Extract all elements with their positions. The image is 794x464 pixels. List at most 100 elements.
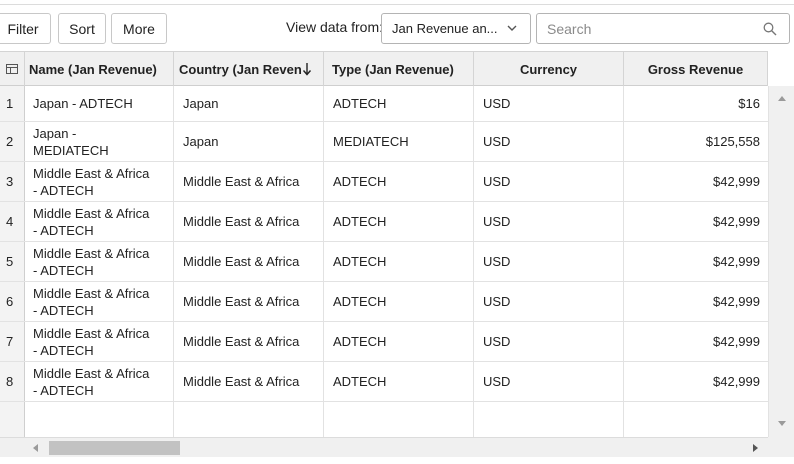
cell-type[interactable]: ADTECH xyxy=(324,282,474,321)
cell-name-text: MEDIATECH xyxy=(33,142,109,158)
horizontal-scroll-thumb[interactable] xyxy=(49,441,180,455)
empty-cell xyxy=(324,402,474,438)
column-header-name[interactable]: Name (Jan Revenue) xyxy=(25,52,174,86)
cell-country[interactable]: Middle East & Africa xyxy=(174,202,324,241)
cell-name-text: Japan - ADTECH xyxy=(33,96,133,111)
search-input[interactable] xyxy=(547,20,747,37)
cell-gross-revenue[interactable]: $42,999 xyxy=(624,202,768,241)
cell-name-text: - ADTECH xyxy=(33,182,94,198)
row-header-corner[interactable] xyxy=(0,52,25,86)
cell-currency[interactable]: USD xyxy=(474,162,624,201)
cell-name[interactable]: Middle East & Africa - ADTECH xyxy=(25,282,174,321)
cell-type[interactable]: ADTECH xyxy=(324,86,474,121)
cell-type[interactable]: ADTECH xyxy=(324,242,474,281)
cell-currency[interactable]: USD xyxy=(474,86,624,121)
table-row[interactable]: 4 Middle East & Africa - ADTECH Middle E… xyxy=(0,202,768,242)
cell-gross-revenue[interactable]: $42,999 xyxy=(624,162,768,201)
horizontal-scrollbar[interactable] xyxy=(0,437,768,457)
row-number: 3 xyxy=(0,162,25,201)
cell-name-text: Middle East & Africa xyxy=(33,365,150,381)
column-header-type[interactable]: Type (Jan Revenue) xyxy=(324,52,474,86)
scroll-right-icon[interactable] xyxy=(750,443,760,453)
cell-gross-revenue[interactable]: $16 xyxy=(624,86,768,121)
row-number: 2 xyxy=(0,122,25,161)
cell-currency[interactable]: USD xyxy=(474,242,624,281)
toolbar: Filter Sort More View data from: Jan Rev… xyxy=(0,5,794,51)
cell-country[interactable]: Middle East & Africa xyxy=(174,162,324,201)
cell-currency[interactable]: USD xyxy=(474,122,624,161)
scroll-left-icon[interactable] xyxy=(31,443,41,453)
scroll-down-icon[interactable] xyxy=(777,418,787,428)
table-row[interactable]: 6 Middle East & Africa - ADTECH Middle E… xyxy=(0,282,768,322)
cell-name-text: Japan - xyxy=(33,125,77,141)
cell-gross-revenue[interactable]: $125,558 xyxy=(624,122,768,161)
cell-name-text: Middle East & Africa xyxy=(33,325,150,341)
empty-cell xyxy=(624,402,768,438)
table-row[interactable]: 7 Middle East & Africa - ADTECH Middle E… xyxy=(0,322,768,362)
cell-name[interactable]: Middle East & Africa - ADTECH xyxy=(25,162,174,201)
cell-country[interactable]: Middle East & Africa xyxy=(174,362,324,401)
table-row[interactable]: 8 Middle East & Africa - ADTECH Middle E… xyxy=(0,362,768,402)
cell-name-text: - ADTECH xyxy=(33,222,94,238)
column-header-gross-revenue[interactable]: Gross Revenue xyxy=(624,52,768,86)
table-row[interactable]: 5 Middle East & Africa - ADTECH Middle E… xyxy=(0,242,768,282)
cell-name-text: - ADTECH xyxy=(33,382,94,398)
scroll-up-icon[interactable] xyxy=(777,94,787,104)
cell-name[interactable]: Japan - MEDIATECH xyxy=(25,122,174,161)
column-header-country[interactable]: Country (Jan Reven xyxy=(174,52,324,86)
search-icon[interactable] xyxy=(763,22,777,36)
view-data-select-value: Jan Revenue an... xyxy=(392,21,498,36)
cell-name[interactable]: Middle East & Africa - ADTECH xyxy=(25,202,174,241)
table-row[interactable]: 2 Japan - MEDIATECH Japan MEDIATECH USD … xyxy=(0,122,768,162)
filter-button[interactable]: Filter xyxy=(0,13,51,44)
row-number: 6 xyxy=(0,282,25,321)
row-number xyxy=(0,402,25,438)
row-number: 7 xyxy=(0,322,25,361)
view-data-label: View data from: xyxy=(286,19,384,35)
cell-country[interactable]: Middle East & Africa xyxy=(174,282,324,321)
column-header-label: Currency xyxy=(519,61,578,77)
column-header-label: Gross Revenue xyxy=(647,61,744,77)
cell-type[interactable]: ADTECH xyxy=(324,362,474,401)
cell-type[interactable]: ADTECH xyxy=(324,322,474,361)
view-data-select[interactable]: Jan Revenue an... xyxy=(381,13,531,44)
cell-gross-revenue[interactable]: $42,999 xyxy=(624,242,768,281)
search-box[interactable] xyxy=(536,13,790,44)
table-row[interactable]: 1 Japan - ADTECH Japan ADTECH USD $16 xyxy=(0,86,768,122)
cell-name[interactable]: Middle East & Africa - ADTECH xyxy=(25,362,174,401)
cell-country[interactable]: Japan xyxy=(174,86,324,121)
cell-name-text: - ADTECH xyxy=(33,262,94,278)
chevron-down-icon xyxy=(507,25,517,31)
column-header-currency[interactable]: Currency xyxy=(474,52,624,86)
empty-cell xyxy=(474,402,624,438)
more-button[interactable]: More xyxy=(111,13,167,44)
vertical-scrollbar[interactable] xyxy=(768,86,794,437)
empty-row xyxy=(0,402,768,438)
cell-name-text: - ADTECH xyxy=(33,302,94,318)
sort-down-arrow-icon xyxy=(302,63,312,76)
cell-currency[interactable]: USD xyxy=(474,362,624,401)
cell-country[interactable]: Middle East & Africa xyxy=(174,322,324,361)
scrollbar-corner xyxy=(768,437,794,457)
cell-name[interactable]: Middle East & Africa - ADTECH xyxy=(25,242,174,281)
row-number: 5 xyxy=(0,242,25,281)
cell-type[interactable]: MEDIATECH xyxy=(324,122,474,161)
column-header-label: Type (Jan Revenue) xyxy=(332,61,454,77)
cell-type[interactable]: ADTECH xyxy=(324,202,474,241)
row-number: 1 xyxy=(0,86,25,121)
data-grid: Name (Jan Revenue) Country (Jan Reven Ty… xyxy=(0,51,794,464)
row-number: 4 xyxy=(0,202,25,241)
cell-country[interactable]: Japan xyxy=(174,122,324,161)
sort-button[interactable]: Sort xyxy=(58,13,106,44)
cell-name[interactable]: Japan - ADTECH xyxy=(25,86,174,121)
cell-gross-revenue[interactable]: $42,999 xyxy=(624,282,768,321)
cell-currency[interactable]: USD xyxy=(474,202,624,241)
cell-currency[interactable]: USD xyxy=(474,322,624,361)
cell-type[interactable]: ADTECH xyxy=(324,162,474,201)
cell-gross-revenue[interactable]: $42,999 xyxy=(624,322,768,361)
table-row[interactable]: 3 Middle East & Africa - ADTECH Middle E… xyxy=(0,162,768,202)
cell-gross-revenue[interactable]: $42,999 xyxy=(624,362,768,401)
cell-name[interactable]: Middle East & Africa - ADTECH xyxy=(25,322,174,361)
cell-country[interactable]: Middle East & Africa xyxy=(174,242,324,281)
cell-currency[interactable]: USD xyxy=(474,282,624,321)
